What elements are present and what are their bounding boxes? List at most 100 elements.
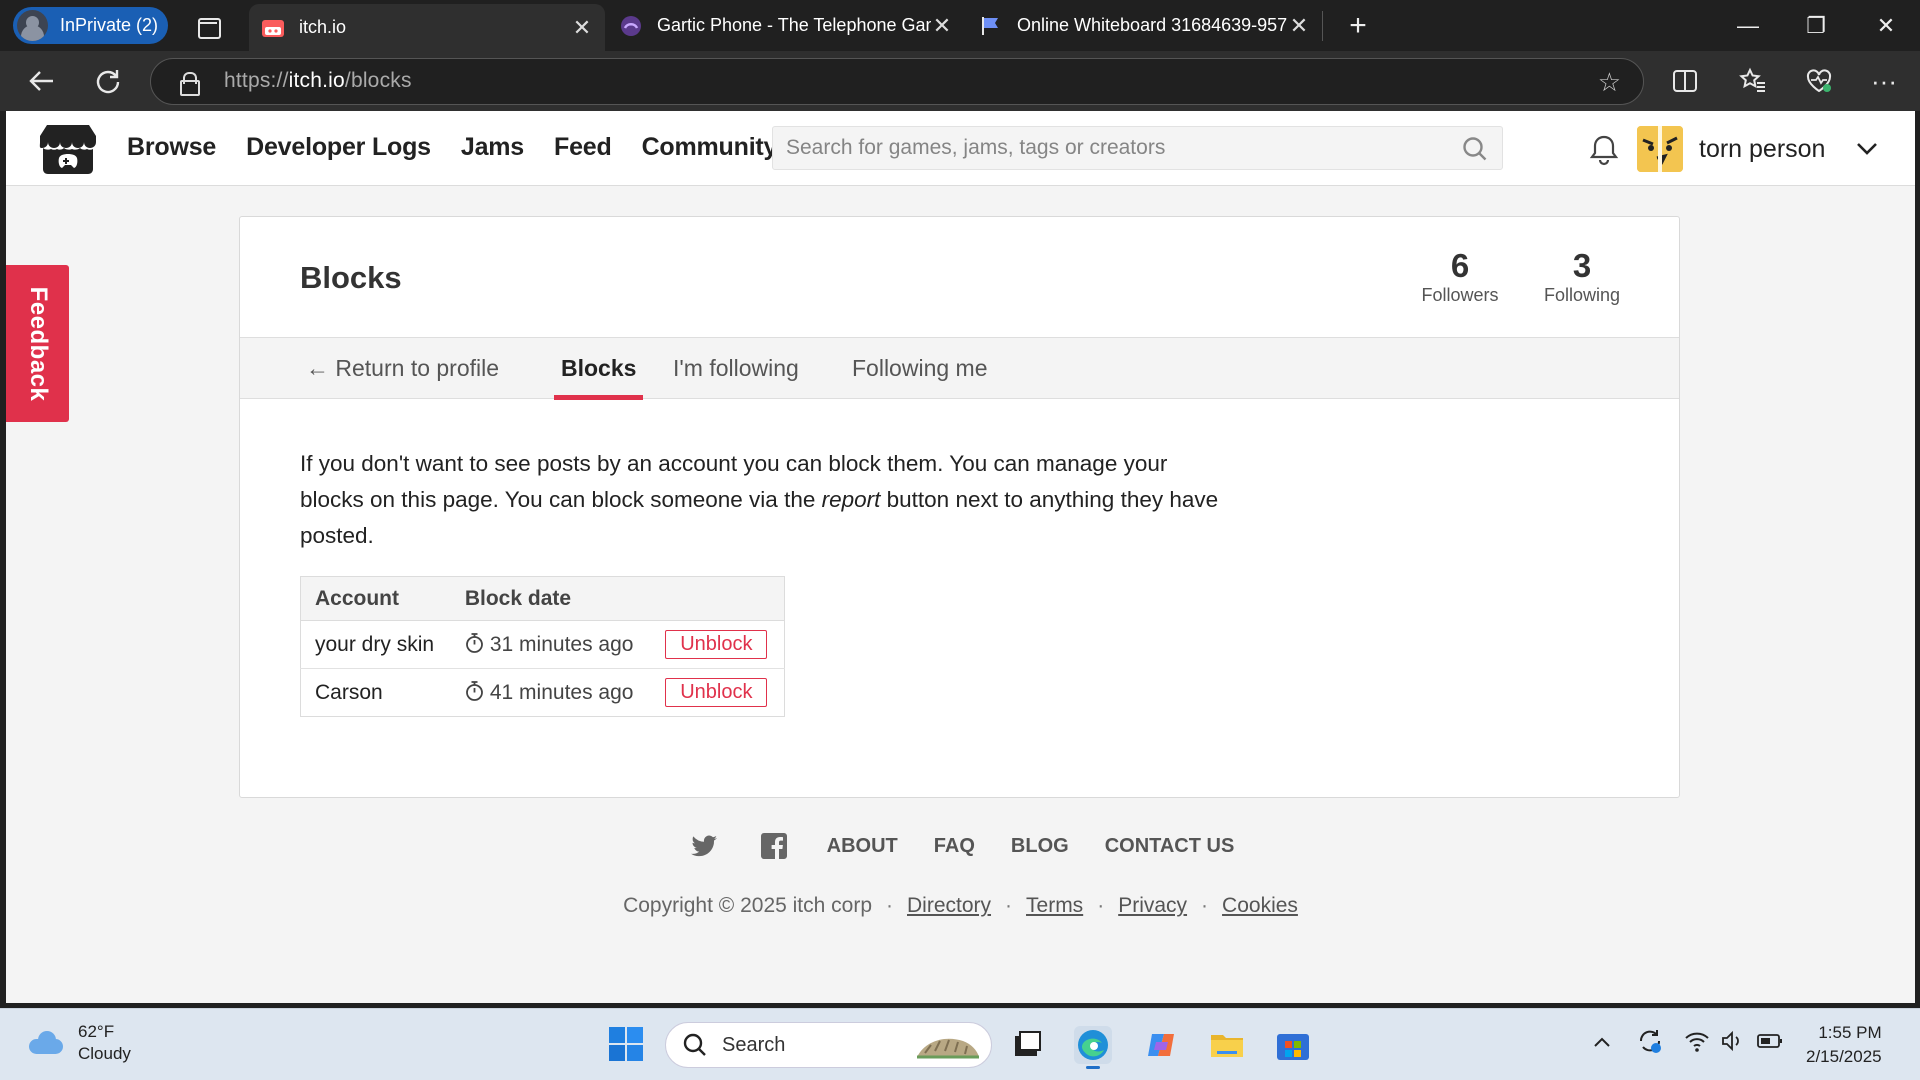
browser-essentials-icon[interactable] (1799, 61, 1839, 101)
stopwatch-icon (465, 681, 483, 701)
tab-gartic-phone[interactable]: Gartic Phone - The Telephone Game ✕ (605, 0, 965, 51)
cloud-icon (26, 1030, 66, 1056)
unblock-button[interactable]: Unblock (665, 678, 768, 707)
following-stat[interactable]: 3 Following (1542, 247, 1622, 306)
column-account: Account (300, 576, 451, 621)
favorites-icon[interactable] (1733, 61, 1773, 101)
nav-community[interactable]: Community (642, 133, 778, 162)
notifications-bell-icon[interactable] (1588, 133, 1620, 167)
gartic-favicon-icon (621, 15, 641, 36)
footer-directory[interactable]: Directory (907, 894, 991, 918)
account-link[interactable]: your dry skin (315, 633, 434, 656)
tab-im-following[interactable]: I'm following (673, 355, 799, 382)
close-tab-icon[interactable]: ✕ (571, 15, 593, 41)
clock-time: 1:55 PM (1818, 1023, 1882, 1042)
volume-icon[interactable] (1720, 1029, 1744, 1059)
profile-avatar-icon (17, 10, 48, 41)
footer-cookies[interactable]: Cookies (1222, 894, 1298, 918)
restore-icon[interactable]: ❐ (1782, 0, 1850, 51)
browser-toolbar: https://itch.io/blocks ☆ ··· (0, 51, 1920, 111)
footer-about[interactable]: ABOUT (827, 835, 898, 858)
site-header: Browse Developer Logs Jams Feed Communit… (6, 111, 1915, 186)
footer-privacy[interactable]: Privacy (1118, 894, 1187, 918)
blocks-description: If you don't want to see posts by an acc… (300, 451, 1219, 548)
wifi-icon[interactable] (1684, 1029, 1710, 1059)
followers-label: Followers (1421, 285, 1499, 305)
search-icon[interactable] (1462, 136, 1488, 162)
username[interactable]: torn person (1699, 135, 1825, 164)
column-action (651, 576, 785, 621)
whiteboard-favicon-icon (982, 16, 998, 35)
back-icon[interactable] (22, 61, 62, 101)
tab-title: itch.io (299, 17, 347, 37)
search-input[interactable] (773, 127, 1433, 169)
close-tab-icon[interactable]: ✕ (931, 13, 953, 39)
tab-blocks[interactable]: Blocks (553, 355, 644, 400)
column-block-date: Block date (450, 576, 652, 621)
twitter-icon[interactable] (689, 831, 719, 861)
footer-blog[interactable]: BLOG (1011, 835, 1069, 858)
clock-date: 2/15/2025 (1806, 1047, 1882, 1066)
itchio-logo-icon[interactable] (39, 123, 97, 175)
following-count: 3 (1572, 247, 1592, 284)
user-avatar[interactable] (1637, 126, 1683, 172)
search-icon (683, 1033, 706, 1056)
profile-tabs: ← Return to profile Blocks I'm following… (240, 338, 1679, 400)
nav-jams[interactable]: Jams (461, 133, 524, 162)
inprivate-profile-button[interactable]: InPrivate (2) (13, 7, 168, 44)
tab-following-me[interactable]: Following me (852, 355, 988, 382)
account-name: Carson (300, 668, 451, 717)
action-cell: Unblock (651, 620, 785, 669)
footer-terms[interactable]: Terms (1026, 894, 1083, 918)
close-window-icon[interactable]: ✕ (1852, 0, 1920, 51)
show-hidden-icons-chevron-icon[interactable] (1592, 1032, 1612, 1058)
more-menu-icon[interactable]: ··· (1864, 61, 1904, 101)
copyright-text: Copyright © 2025 itch corp (623, 894, 872, 917)
footer-contact-us[interactable]: CONTACT US (1105, 835, 1235, 858)
tab-actions-icon[interactable] (191, 10, 223, 42)
facebook-icon[interactable] (759, 831, 789, 861)
main-nav: Browse Developer Logs Jams Feed Communit… (127, 133, 777, 162)
feedback-button[interactable]: Feedback (6, 265, 69, 422)
file-explorer-icon[interactable] (1208, 1026, 1246, 1064)
taskbar-search[interactable]: Search (665, 1022, 992, 1068)
nav-developer-logs[interactable]: Developer Logs (246, 133, 431, 162)
weather-temp: 62°F (78, 1022, 115, 1041)
followers-stat[interactable]: 6 Followers (1420, 247, 1500, 306)
account-link[interactable]: Carson (315, 681, 383, 704)
split-screen-icon[interactable] (1665, 61, 1705, 101)
url-text: https://itch.io/blocks (224, 69, 412, 92)
address-bar[interactable]: https://itch.io/blocks ☆ (150, 58, 1644, 105)
sync-status-icon[interactable] (1636, 1027, 1664, 1061)
battery-icon[interactable] (1756, 1029, 1784, 1059)
microsoft-store-icon[interactable] (1274, 1026, 1312, 1064)
table-row: your dry skin 31 minutes ago Unblock (300, 620, 785, 669)
windows-start-icon[interactable] (608, 1026, 644, 1062)
unblock-button[interactable]: Unblock (665, 630, 768, 659)
windows-taskbar: 62°F Cloudy Search 1:55 PM 2/15/2025 (0, 1008, 1920, 1080)
weather-widget[interactable]: 62°F Cloudy (26, 1021, 131, 1065)
lock-icon[interactable] (180, 72, 200, 96)
favorite-star-icon[interactable]: ☆ (1598, 67, 1621, 98)
minimize-icon[interactable]: — (1714, 0, 1782, 51)
taskbar-search-label: Search (722, 1033, 786, 1056)
nav-feed[interactable]: Feed (554, 133, 612, 162)
close-tab-icon[interactable]: ✕ (1288, 13, 1310, 39)
page-title: Blocks (300, 260, 402, 295)
new-tab-icon[interactable]: + (1343, 9, 1373, 43)
card-header: Blocks 6 Followers 3 Following (240, 217, 1679, 338)
blocks-table: Account Block date your dry skin 31 minu… (300, 576, 785, 717)
task-view-icon[interactable] (1008, 1026, 1046, 1064)
copilot-icon[interactable] (1142, 1026, 1180, 1064)
tab-itchio[interactable]: itch.io ✕ (249, 4, 605, 51)
chevron-down-icon[interactable] (1854, 135, 1880, 161)
edge-browser-icon[interactable] (1074, 1026, 1112, 1069)
itchio-favicon-icon (262, 19, 284, 37)
tab-return-to-profile[interactable]: ← Return to profile (306, 355, 499, 382)
table-row: Carson 41 minutes ago Unblock (300, 668, 785, 717)
tab-whiteboard[interactable]: Online Whiteboard 31684639-957 ✕ (965, 10, 1323, 41)
system-clock[interactable]: 1:55 PM 2/15/2025 (1806, 1021, 1882, 1069)
footer-faq[interactable]: FAQ (934, 835, 975, 858)
refresh-icon[interactable] (88, 61, 128, 101)
nav-browse[interactable]: Browse (127, 133, 216, 162)
